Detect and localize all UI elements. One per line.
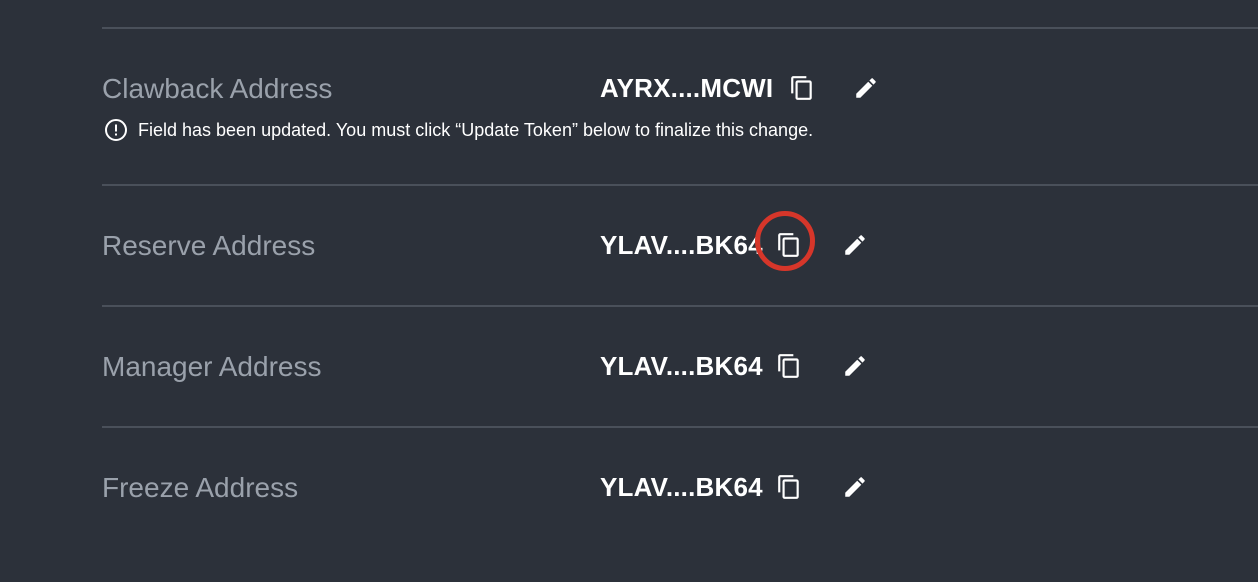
field-label: Manager Address [102,351,322,382]
field-label: Freeze Address [102,472,299,503]
divider [102,305,1258,307]
info-alert-icon [105,119,127,141]
notice-text: Field has been updated. You must click “… [138,119,814,140]
copy-icon[interactable] [776,231,802,259]
field-value: YLAV....BK64 [600,230,763,260]
field-value: YLAV....BK64 [600,472,763,502]
copy-icon[interactable] [776,473,802,501]
pencil-icon[interactable] [842,353,868,379]
field-label: Clawback Address [102,73,333,104]
divider [102,27,1258,29]
update-notice: Field has been updated. You must click “… [104,117,813,143]
pencil-icon[interactable] [842,474,868,500]
pencil-icon[interactable] [842,232,868,258]
divider [102,426,1258,428]
pencil-icon[interactable] [853,75,879,101]
field-label: Reserve Address [102,230,316,261]
field-value: YLAV....BK64 [600,351,763,381]
divider [102,184,1258,186]
copy-icon[interactable] [776,352,802,380]
field-value: AYRX....MCWI [600,73,774,103]
copy-icon[interactable] [789,74,815,102]
